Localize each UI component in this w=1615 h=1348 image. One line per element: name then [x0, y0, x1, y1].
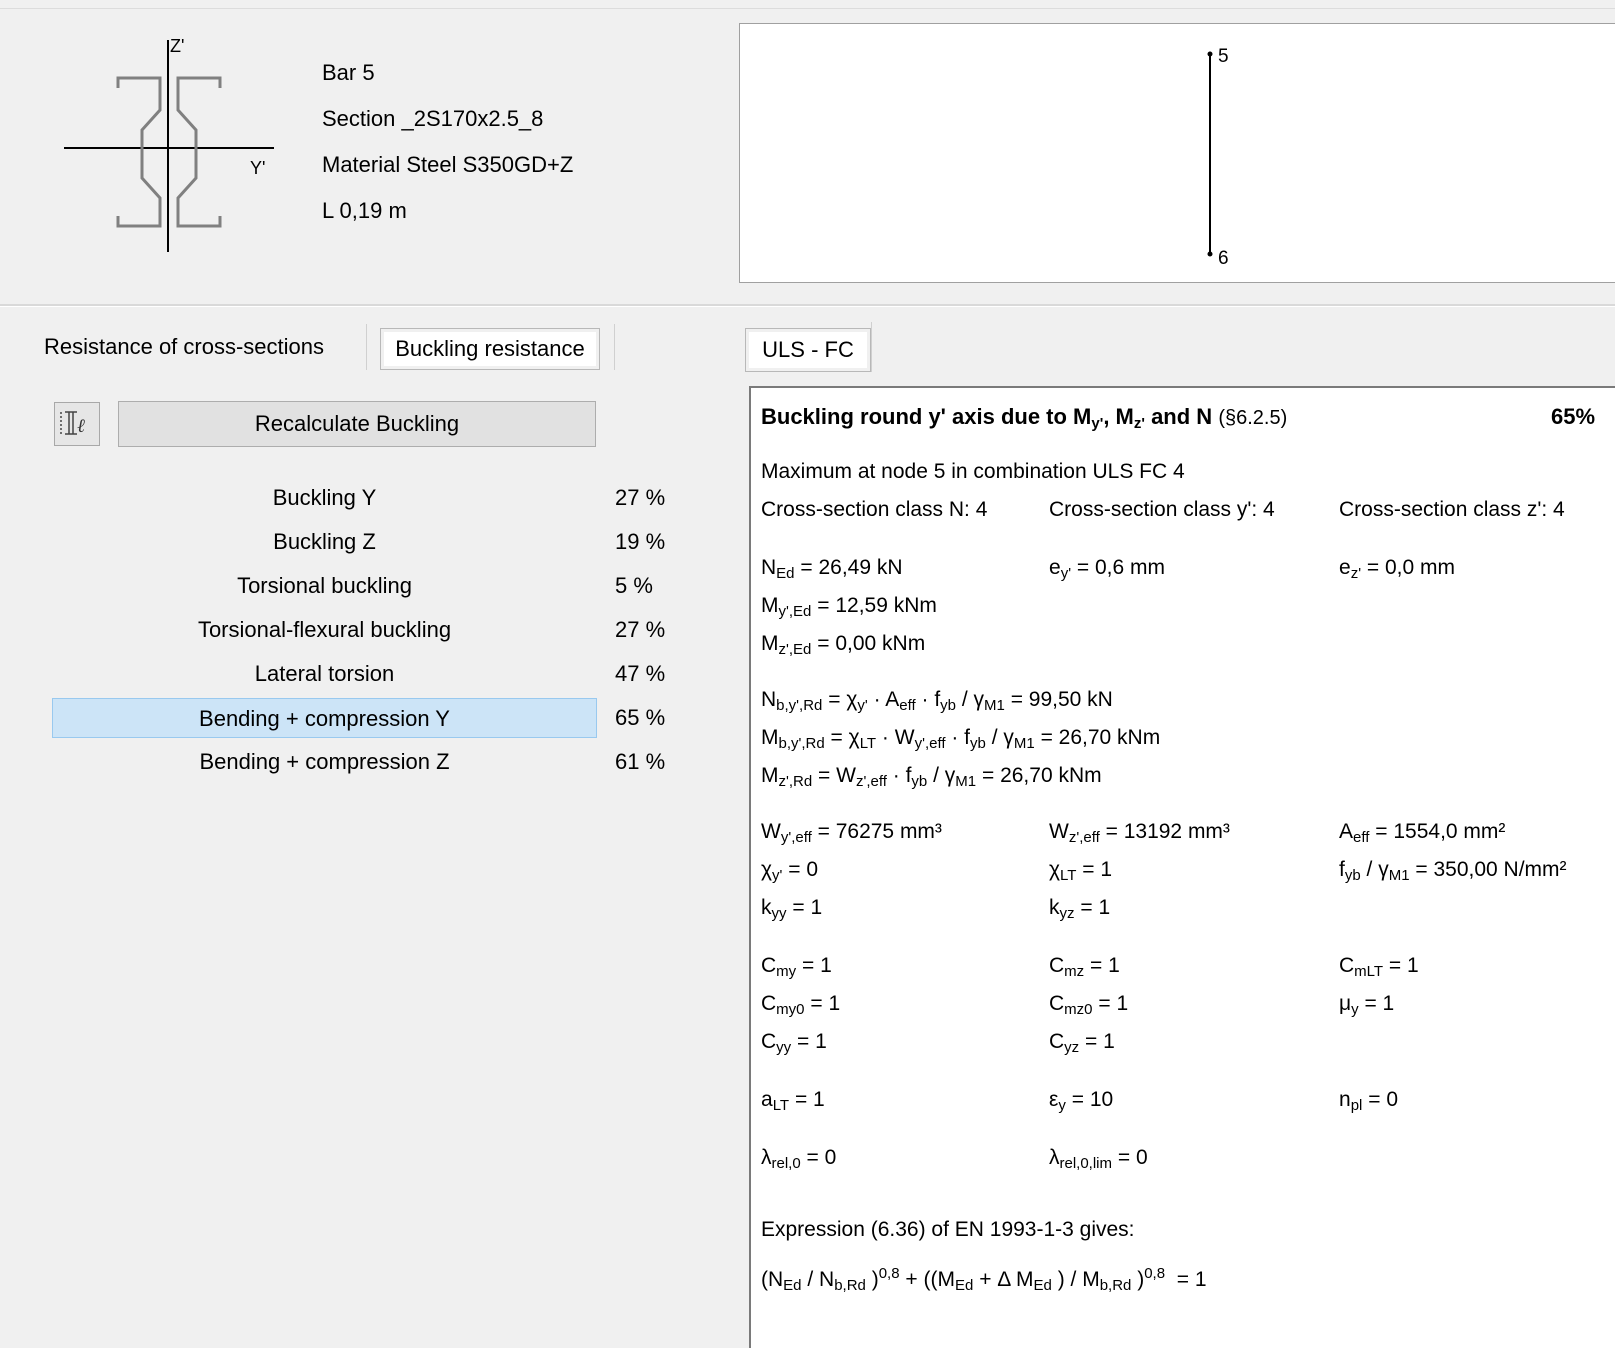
tab-divider	[366, 324, 367, 370]
list-item[interactable]: Buckling Z 19 %	[52, 520, 672, 564]
check-percent: 27 %	[615, 617, 666, 642]
cmz0: Cmz0 = 1	[1049, 992, 1129, 1018]
check-list: Buckling Y 27 % Buckling Z 19 % Torsiona…	[52, 476, 672, 784]
list-item[interactable]: Lateral torsion 47 %	[52, 652, 672, 696]
check-label: Torsional-flexural buckling	[197, 617, 452, 642]
y-axis-label: Y'	[250, 158, 265, 178]
aeff: Aeff = 1554,0 mm²	[1339, 820, 1506, 846]
check-percent: 19 %	[615, 529, 666, 554]
check-percent: 65 %	[615, 705, 666, 730]
check-percent: 61 %	[615, 749, 666, 774]
alt: aLT = 1	[761, 1088, 825, 1114]
list-item[interactable]: Buckling Y 27 %	[52, 476, 672, 520]
section-name: Section _2S170x2.5_8	[322, 106, 544, 131]
mbrd: Mb,y',Rd = χLT · Wy',eff · fyb / γM1 = 2…	[761, 726, 1161, 752]
section-sketch-icon: Z' Y'	[64, 36, 274, 252]
check-percent: 47 %	[615, 661, 666, 686]
mzrd: Mz',Rd = Wz',eff · fyb / γM1 = 26,70 kNm	[761, 764, 1102, 790]
section-length-icon: ℓ	[60, 411, 85, 437]
kyz: kyz = 1	[1049, 896, 1111, 922]
report-heading: Buckling round y' axis due to My', Mz' a…	[761, 404, 1288, 432]
ey: ey' = 0,6 mm	[1049, 556, 1166, 582]
list-item[interactable]: Torsional buckling 5 %	[52, 564, 672, 608]
svg-text:ℓ: ℓ	[77, 416, 85, 437]
report-panel[interactable]: Buckling round y' axis due to My', Mz' a…	[749, 386, 1615, 1348]
recalculate-buckling-button[interactable]: Recalculate Buckling	[118, 401, 596, 447]
lrel0: λrel,0 = 0	[761, 1146, 837, 1172]
list-item-selected[interactable]: Bending + compression Y 65 %	[52, 696, 672, 740]
lrel0lim: λrel,0,lim = 0	[1049, 1146, 1148, 1172]
tab-uls-fc[interactable]: ULS - FC	[745, 328, 871, 372]
check-label: Bending + compression Z	[199, 749, 450, 774]
nbrd: Nb,y',Rd = χy' · Aeff · fyb / γM1 = 99,5…	[761, 688, 1113, 714]
check-percent: 27 %	[615, 485, 666, 510]
class-z: Cross-section class z': 4	[1339, 498, 1565, 521]
list-item[interactable]: Bending + compression Z 61 %	[52, 740, 672, 784]
epsy: εy = 10	[1049, 1088, 1114, 1114]
wyeff: Wy',eff = 76275 mm³	[761, 820, 942, 846]
bar-length: L 0,19 m	[322, 198, 407, 223]
check-label: Buckling Z	[273, 529, 376, 554]
npl: npl = 0	[1339, 1088, 1398, 1114]
z-axis-label: Z'	[170, 36, 184, 56]
myed: My',Ed = 12,59 kNm	[761, 594, 937, 620]
wzeff: Wz',eff = 13192 mm³	[1049, 820, 1230, 846]
cmy0: Cmy0 = 1	[761, 992, 841, 1018]
ned: NEd = 26,49 kN	[761, 556, 903, 582]
check-label: Bending + compression Y	[52, 698, 597, 738]
cyz: Cyz = 1	[1049, 1030, 1115, 1056]
list-item[interactable]: Torsional-flexural buckling 27 %	[52, 608, 672, 652]
bar-preview: 5 6	[739, 23, 1615, 283]
ez: ez' = 0,0 mm	[1339, 556, 1456, 582]
node-label-bottom: 6	[1218, 248, 1229, 269]
class-y: Cross-section class y': 4	[1049, 498, 1275, 521]
chilt: χLT = 1	[1049, 858, 1113, 884]
mzed: Mz',Ed = 0,00 kNm	[761, 632, 926, 658]
bar-info: Bar 5 Section _2S170x2.5_8 Material Stee…	[322, 50, 573, 234]
material-name: Material Steel S350GD+Z	[322, 152, 574, 177]
cmz: Cmz = 1	[1049, 954, 1120, 980]
tab-buckling-resistance[interactable]: Buckling resistance	[380, 328, 600, 370]
check-label: Lateral torsion	[254, 661, 395, 686]
muy: μy = 1	[1339, 992, 1395, 1018]
report-reference: (§6.2.5)	[1218, 407, 1288, 429]
kyy: kyy = 1	[761, 896, 823, 922]
fyb-gamma: fyb / γM1 = 350,00 N/mm²	[1339, 858, 1567, 884]
chiy: χy' = 0	[761, 858, 819, 884]
expression-text: Expression (6.36) of EN 1993-1-3 gives:	[761, 1218, 1135, 1241]
report-percent: 65%	[1551, 404, 1596, 429]
tab-divider	[614, 324, 615, 370]
class-n: Cross-section class N: 4	[761, 498, 988, 521]
tab-divider	[871, 322, 872, 372]
check-label: Torsional buckling	[237, 573, 412, 598]
cmy: Cmy = 1	[761, 954, 832, 980]
bar-name: Bar 5	[322, 60, 375, 85]
tab-resistance-cross-sections[interactable]: Resistance of cross-sections	[44, 334, 324, 360]
check-label: Buckling Y	[272, 485, 377, 510]
report-maximum: Maximum at node 5 in combination ULS FC …	[761, 460, 1185, 483]
splitter-highlight	[0, 306, 1615, 307]
check-percent: 5 %	[615, 573, 653, 598]
cyy: Cyy = 1	[761, 1030, 827, 1056]
section-properties-button[interactable]: ℓ	[54, 402, 100, 446]
node-label-top: 5	[1218, 46, 1229, 67]
top-border	[0, 8, 1615, 9]
interaction-formula: (NEd / Nb,Rd )0,8 + ((MEd + Δ MEd ) / Mb…	[761, 1265, 1207, 1294]
cmlt: CmLT = 1	[1339, 954, 1419, 980]
